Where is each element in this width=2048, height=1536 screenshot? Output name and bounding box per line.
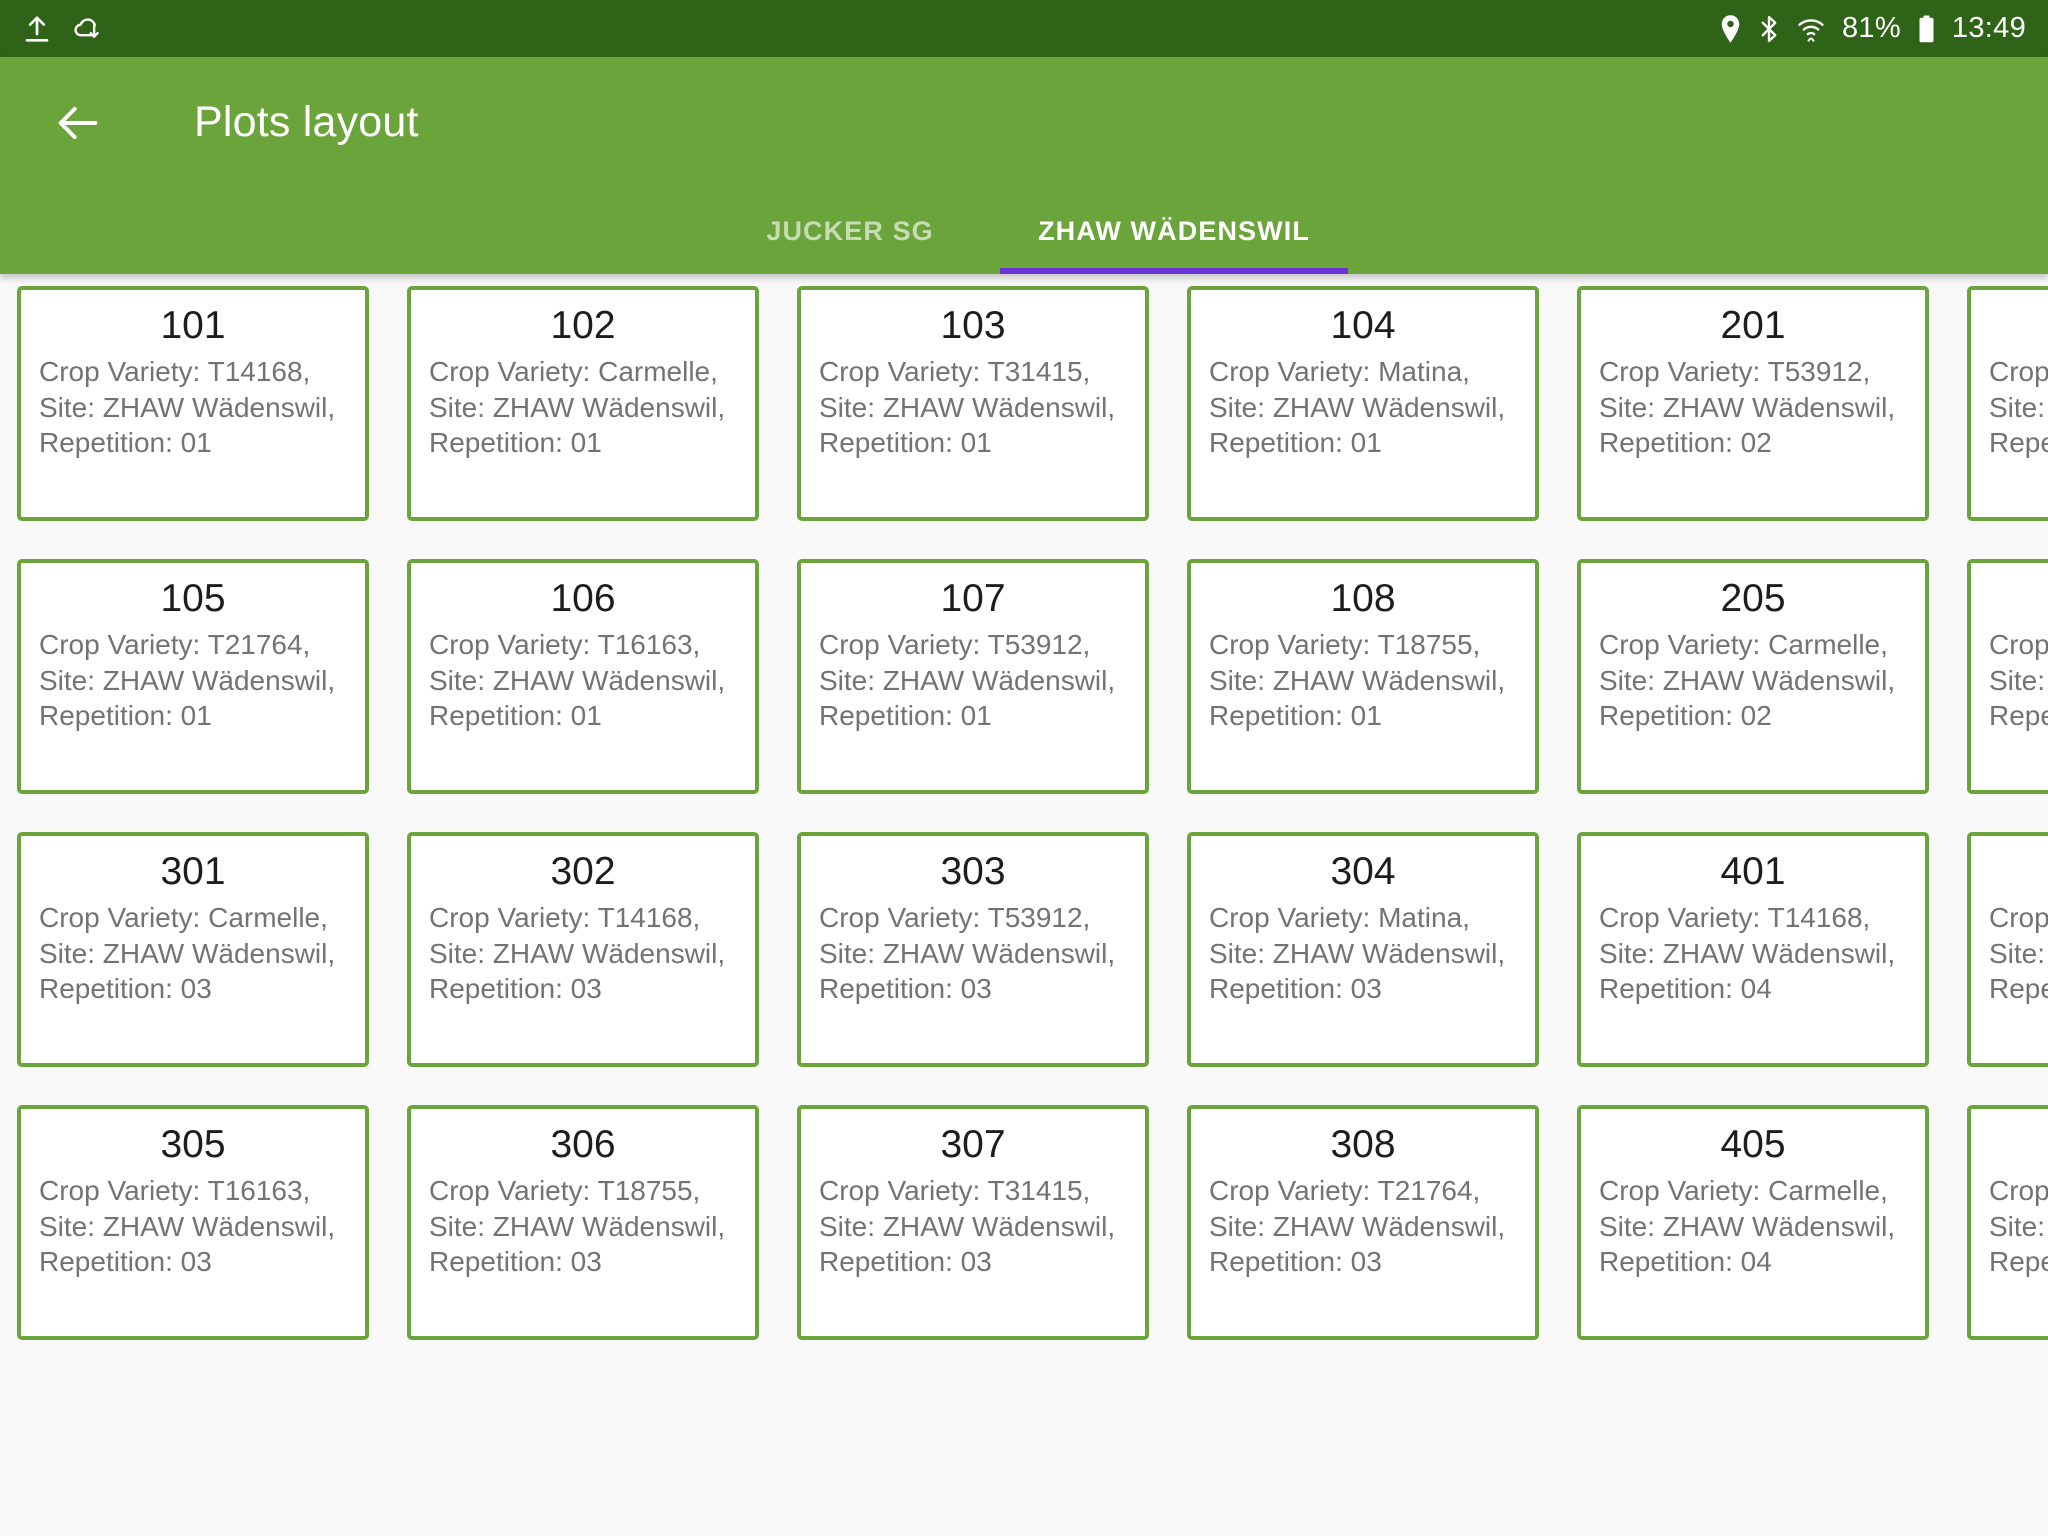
plot-card-number: 103 xyxy=(940,304,1006,347)
plot-card[interactable]: 105 Crop Variety: T21764, Site: ZHAW Wäde… xyxy=(17,559,369,794)
plot-card-number: 405 xyxy=(1720,1123,1786,1166)
plot-card[interactable]: 302 Crop Variety: T14168, Site: ZHAW Wäde… xyxy=(407,832,759,1067)
plot-card-description: Crop Variety: T16163, Site: ZHAW Wädensw… xyxy=(429,628,726,732)
plot-card[interactable]: 106 Crop Variety: T16163, Site: ZHAW Wäde… xyxy=(407,559,759,794)
back-arrow-icon[interactable] xyxy=(52,97,104,149)
plot-card-number: 105 xyxy=(160,577,226,620)
tab-bar: JUCKER SG ZHAW WÄDENSWIL xyxy=(0,188,2048,274)
plot-card[interactable]: 103 Crop Variety: T31415, Site: ZHAW Wäde… xyxy=(797,286,1149,521)
tab-jucker-sg-label: JUCKER SG xyxy=(766,215,934,246)
plot-card-description: Crop Variety: T14168, Site: ZHAW Wädensw… xyxy=(1599,901,1896,1005)
plot-card-description: Crop Variety: Carmelle, Site: ZHAW Wäden… xyxy=(1599,628,1896,732)
plot-card-number: 202 xyxy=(1989,304,2048,348)
plot-card-description: Crop Variety: T21764, Site: ZHAW Wädensw… xyxy=(1209,1174,1506,1278)
plot-card[interactable]: 401 Crop Variety: T14168, Site: ZHAW Wäde… xyxy=(1577,832,1929,1067)
tab-jucker-sg[interactable]: JUCKER SG xyxy=(700,188,1000,274)
plot-card-description: Crop Variety: Carmelle, Site: ZHAW Wäden… xyxy=(1599,1174,1896,1278)
plot-card-number: 406 xyxy=(1989,1123,2048,1167)
plot-card-number: 304 xyxy=(1330,850,1396,893)
plot-card-number: 402 xyxy=(1989,850,2048,894)
plot-card[interactable]: 306 Crop Variety: T18755, Site: ZHAW Wäde… xyxy=(407,1105,759,1340)
plot-card-number: 107 xyxy=(940,577,1006,620)
app-bar: Plots layout JUCKER SG ZHAW WÄDENSWIL xyxy=(0,57,2048,274)
plot-card[interactable]: 101 Crop Variety: T14168, Site: ZHAW Wäde… xyxy=(17,286,369,521)
tabs-container: JUCKER SG ZHAW WÄDENSWIL xyxy=(700,188,1348,274)
plot-card[interactable]: 206 Crop Variety: T16163, Site: ZHAW Wäde… xyxy=(1967,559,2048,794)
cloud-sync-icon xyxy=(72,14,104,44)
plot-card-number: 303 xyxy=(940,850,1006,893)
plot-card-description: Crop Variety: T31415, Site: ZHAW Wädensw… xyxy=(819,355,1116,459)
wifi-icon xyxy=(1796,14,1826,44)
plot-card[interactable]: 104 Crop Variety: Matina, Site: ZHAW Wäde… xyxy=(1187,286,1539,521)
plot-card-number: 305 xyxy=(160,1123,226,1166)
plot-card-description: Crop Variety: Carmelle, Site: ZHAW Wäden… xyxy=(39,901,336,1005)
location-pin-icon xyxy=(1719,14,1742,44)
plot-card-description: Crop Variety: T31415, Site: ZHAW Wädensw… xyxy=(819,1174,1116,1278)
plot-card-number: 301 xyxy=(160,850,226,893)
status-bar: 81% 13:49 xyxy=(0,0,2048,57)
plot-card-description: Crop Variety: T21764, Site: ZHAW Wädensw… xyxy=(39,628,336,732)
plot-card-description: Crop Variety: T18755, Site: ZHAW Wädensw… xyxy=(429,1174,726,1278)
plot-card-description: Crop Variety: T16163, Site: ZHAW Wädensw… xyxy=(1989,628,2048,732)
plot-card-number: 106 xyxy=(550,577,616,620)
plot-card[interactable]: 202 Crop Variety: T18755, Site: ZHAW Wäde… xyxy=(1967,286,2048,521)
plot-card[interactable]: 205 Crop Variety: Carmelle, Site: ZHAW Wä… xyxy=(1577,559,1929,794)
plot-card[interactable]: 406 Crop Variety: Matina, Site: ZHAW Wäde… xyxy=(1967,1105,2048,1340)
plot-card-number: 302 xyxy=(550,850,616,893)
plot-card[interactable]: 305 Crop Variety: T16163, Site: ZHAW Wäde… xyxy=(17,1105,369,1340)
plot-card-number: 307 xyxy=(940,1123,1006,1166)
plot-card-description: Crop Variety: T53912, Site: ZHAW Wädensw… xyxy=(819,901,1116,1005)
plot-card-description: Crop Variety: Matina, Site: ZHAW Wädensw… xyxy=(1209,355,1506,459)
tab-zhaw-waedenswil-label: ZHAW WÄDENSWIL xyxy=(1038,215,1310,246)
plot-card[interactable]: 308 Crop Variety: T21764, Site: ZHAW Wäde… xyxy=(1187,1105,1539,1340)
battery-percent-label: 81% xyxy=(1841,12,1901,44)
plot-card[interactable]: 201 Crop Variety: T53912, Site: ZHAW Wäde… xyxy=(1577,286,1929,521)
plot-card-number: 205 xyxy=(1720,577,1786,620)
plot-card-description: Crop Variety: T16163, Site: ZHAW Wädensw… xyxy=(1989,901,2048,1005)
plot-card-number: 102 xyxy=(550,304,616,347)
plot-card-number: 108 xyxy=(1330,577,1396,620)
plot-card-description: Crop Variety: Matina, Site: ZHAW Wädensw… xyxy=(1209,901,1506,1005)
plot-card-number: 306 xyxy=(550,1123,616,1166)
plot-card-description: Crop Variety: T14168, Site: ZHAW Wädensw… xyxy=(39,355,336,459)
plot-card[interactable]: 402 Crop Variety: T16163, Site: ZHAW Wäde… xyxy=(1967,832,2048,1067)
plot-card-number: 206 xyxy=(1989,577,2048,621)
plot-card[interactable]: 102 Crop Variety: Carmelle, Site: ZHAW Wä… xyxy=(407,286,759,521)
plot-card[interactable]: 405 Crop Variety: Carmelle, Site: ZHAW Wä… xyxy=(1577,1105,1929,1340)
status-bar-right-icons: 81% 13:49 xyxy=(1719,14,2026,44)
plot-card-description: Crop Variety: Matina, Site: ZHAW Wädensw… xyxy=(1989,1174,2048,1278)
plot-card[interactable]: 303 Crop Variety: T53912, Site: ZHAW Wäde… xyxy=(797,832,1149,1067)
app-bar-top-row: Plots layout xyxy=(0,57,2048,188)
plot-card-number: 201 xyxy=(1720,304,1786,347)
tab-zhaw-waedenswil[interactable]: ZHAW WÄDENSWIL xyxy=(1000,188,1348,274)
plot-card-number: 101 xyxy=(160,304,226,347)
plot-card-description: Crop Variety: T53912, Site: ZHAW Wädensw… xyxy=(819,628,1116,732)
plot-card-description: Crop Variety: Carmelle, Site: ZHAW Wäden… xyxy=(429,355,726,459)
battery-icon xyxy=(1917,14,1936,44)
plot-card-number: 308 xyxy=(1330,1123,1396,1166)
plot-card[interactable]: 108 Crop Variety: T18755, Site: ZHAW Wäde… xyxy=(1187,559,1539,794)
plots-grid-area: 101 Crop Variety: T14168, Site: ZHAW Wäde… xyxy=(0,274,2048,1536)
plot-card-number: 401 xyxy=(1720,850,1786,893)
plot-card[interactable]: 301 Crop Variety: Carmelle, Site: ZHAW Wä… xyxy=(17,832,369,1067)
status-bar-left-icons xyxy=(22,14,104,44)
plot-card[interactable]: 304 Crop Variety: Matina, Site: ZHAW Wäde… xyxy=(1187,832,1539,1067)
clock-label: 13:49 xyxy=(1951,12,2026,44)
page-title: Plots layout xyxy=(194,98,419,146)
plot-card-description: Crop Variety: T18755, Site: ZHAW Wädensw… xyxy=(1209,628,1506,732)
plot-card-description: Crop Variety: T16163, Site: ZHAW Wädensw… xyxy=(39,1174,336,1278)
plot-card-description: Crop Variety: T53912, Site: ZHAW Wädensw… xyxy=(1599,355,1896,459)
bluetooth-icon xyxy=(1758,14,1780,44)
plot-card-description: Crop Variety: T14168, Site: ZHAW Wädensw… xyxy=(429,901,726,1005)
plot-card[interactable]: 307 Crop Variety: T31415, Site: ZHAW Wäde… xyxy=(797,1105,1149,1340)
plot-card[interactable]: 107 Crop Variety: T53912, Site: ZHAW Wäde… xyxy=(797,559,1149,794)
plots-grid: 101 Crop Variety: T14168, Site: ZHAW Wäde… xyxy=(0,274,2048,1340)
plot-card-number: 104 xyxy=(1330,304,1396,347)
upload-icon xyxy=(22,14,52,44)
plot-card-description: Crop Variety: T18755, Site: ZHAW Wädensw… xyxy=(1989,355,2048,459)
